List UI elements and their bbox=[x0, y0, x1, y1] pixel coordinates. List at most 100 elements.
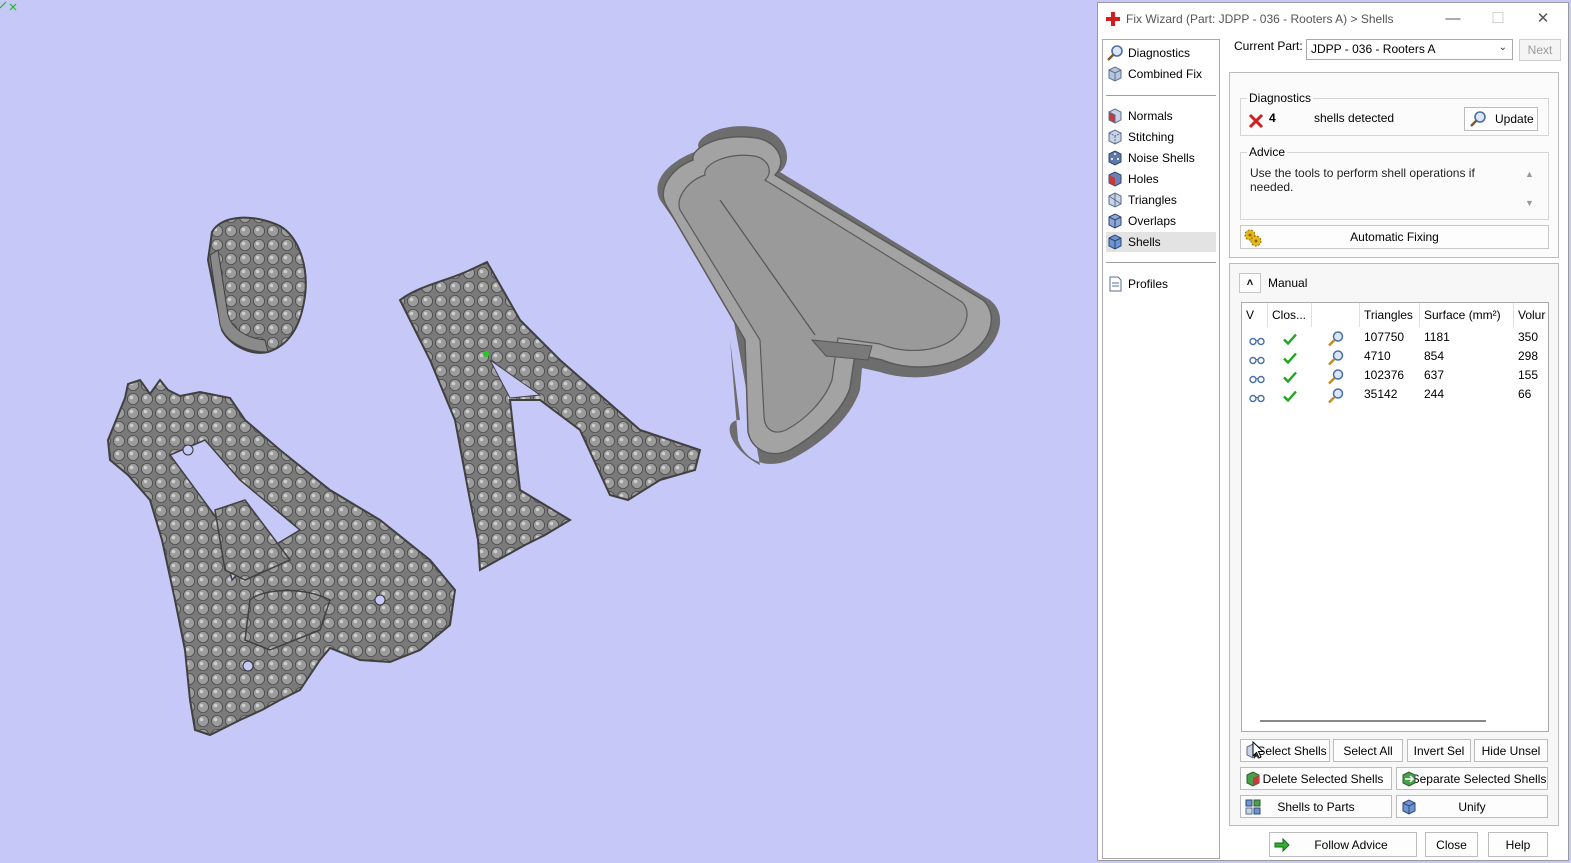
volume-cell: 66 bbox=[1518, 387, 1532, 401]
magnifier-icon bbox=[1470, 111, 1486, 127]
delete-selected-shells-button[interactable]: Delete Selected Shells bbox=[1240, 767, 1392, 790]
column-header-volume[interactable]: Volur bbox=[1514, 303, 1548, 327]
nav-divider bbox=[1106, 95, 1216, 96]
close-icon: ✕ bbox=[1536, 10, 1550, 27]
maximize-button[interactable]: ☐ bbox=[1478, 7, 1518, 31]
delete-shells-icon bbox=[1246, 771, 1260, 787]
delete-selected-shells-label: Delete Selected Shells bbox=[1262, 771, 1384, 786]
horizontal-scrollbar[interactable] bbox=[1260, 720, 1486, 722]
table-row[interactable]: 4710 854 298 bbox=[1242, 347, 1548, 367]
title-bar[interactable]: Fix Wizard (Part: JDPP - 036 - Rooters A… bbox=[1098, 3, 1568, 35]
separate-shells-icon bbox=[1402, 771, 1416, 787]
unify-label: Unify bbox=[1458, 799, 1486, 814]
volume-cell: 155 bbox=[1518, 368, 1539, 382]
nav-label: Stitching bbox=[1128, 130, 1175, 144]
minimize-icon: — bbox=[1445, 10, 1461, 27]
chevron-up-icon: ˄ bbox=[1246, 277, 1254, 289]
zoom-magnifier-icon[interactable] bbox=[1327, 386, 1345, 405]
triangles-cell: 102376 bbox=[1364, 368, 1405, 382]
collapse-button[interactable]: ˄ bbox=[1239, 273, 1261, 293]
follow-advice-label: Follow Advice bbox=[1314, 837, 1388, 852]
current-part-label: Current Part: bbox=[1234, 39, 1303, 53]
invert-selection-button[interactable]: Invert Sel bbox=[1407, 739, 1471, 762]
red-cross-icon bbox=[1106, 12, 1120, 26]
column-header-visible[interactable]: V bbox=[1242, 303, 1268, 327]
diagnostics-text: shells detected bbox=[1314, 111, 1395, 125]
triangles-cell: 107750 bbox=[1364, 330, 1405, 344]
mouse-cursor-icon bbox=[1252, 741, 1264, 759]
gem-bail-model[interactable] bbox=[206, 216, 307, 354]
current-part-select[interactable]: JDPP - 036 - Rooters A ⌄ bbox=[1306, 39, 1513, 60]
advice-group-label: Advice bbox=[1247, 145, 1288, 159]
shells-to-parts-label: Shells to Parts bbox=[1277, 799, 1355, 814]
3d-viewport[interactable] bbox=[0, 0, 1097, 863]
arrow-right-icon bbox=[1274, 837, 1290, 853]
error-x-icon bbox=[1248, 113, 1264, 129]
nav-label: Shells bbox=[1128, 235, 1161, 249]
surface-cell: 854 bbox=[1424, 349, 1445, 363]
update-button[interactable]: Update bbox=[1464, 107, 1538, 131]
nav-item-holes[interactable]: Holes bbox=[1106, 169, 1216, 189]
nav-item-diagnostics[interactable]: Diagnostics bbox=[1106, 43, 1216, 63]
select-all-button[interactable]: Select All bbox=[1333, 739, 1403, 762]
column-header-triangles[interactable]: Triangles bbox=[1360, 303, 1420, 327]
shells-to-parts-button[interactable]: Shells to Parts bbox=[1240, 795, 1392, 818]
nav-item-triangles[interactable]: Triangles bbox=[1106, 190, 1216, 210]
triangles-cell: 4710 bbox=[1364, 349, 1391, 363]
close-window-button[interactable]: ✕ bbox=[1523, 7, 1563, 31]
help-button[interactable]: Help bbox=[1488, 832, 1548, 857]
visibility-glasses-icon[interactable] bbox=[1248, 388, 1266, 407]
model-render bbox=[106, 126, 1001, 737]
volume-cell: 350 bbox=[1518, 330, 1539, 344]
noise-dice-icon bbox=[1108, 150, 1122, 166]
manual-panel: ˄ Manual V Clos... Triangles Surface (mm… bbox=[1229, 263, 1559, 826]
diagnostics-group-label: Diagnostics bbox=[1247, 91, 1314, 105]
nav-item-stitching[interactable]: Stitching bbox=[1106, 127, 1216, 147]
automatic-fixing-button[interactable]: Automatic Fixing bbox=[1240, 225, 1549, 249]
column-header-closed[interactable]: Clos... bbox=[1268, 303, 1312, 327]
next-button[interactable]: Next bbox=[1519, 39, 1561, 61]
shells-to-parts-icon bbox=[1245, 799, 1261, 815]
shells-table[interactable]: V Clos... Triangles Surface (mm²) Volur … bbox=[1241, 302, 1549, 732]
stitching-cube-icon bbox=[1108, 129, 1122, 145]
scroll-up-icon[interactable]: ▲ bbox=[1525, 169, 1534, 179]
triangles-cell: 35142 bbox=[1364, 387, 1398, 401]
column-header-zoom[interactable] bbox=[1312, 303, 1360, 327]
table-row[interactable]: 102376 637 155 bbox=[1242, 366, 1548, 386]
fix-wizard-window: Fix Wizard (Part: JDPP - 036 - Rooters A… bbox=[1097, 2, 1569, 861]
zoom-magnifier-icon[interactable] bbox=[1327, 348, 1345, 367]
nav-item-normals[interactable]: Normals bbox=[1106, 106, 1216, 126]
close-button[interactable]: Close bbox=[1425, 832, 1478, 857]
nav-label: Combined Fix bbox=[1128, 67, 1203, 81]
nav-item-shells[interactable]: Shells bbox=[1106, 232, 1216, 252]
follow-advice-button[interactable]: Follow Advice bbox=[1269, 832, 1417, 857]
surface-cell: 244 bbox=[1424, 387, 1445, 401]
nav-label: Overlaps bbox=[1128, 214, 1177, 228]
unify-cube-icon bbox=[1402, 799, 1416, 815]
check-icon bbox=[1283, 390, 1297, 403]
table-row[interactable]: 107750 1181 350 bbox=[1242, 328, 1548, 348]
zoom-magnifier-icon[interactable] bbox=[1327, 329, 1345, 348]
plain-letter-a-model[interactable] bbox=[657, 126, 1001, 465]
zoom-magnifier-icon[interactable] bbox=[1327, 367, 1345, 386]
gem-pendant-a-model[interactable] bbox=[106, 378, 457, 737]
surface-cell: 637 bbox=[1424, 368, 1445, 382]
column-header-surface[interactable]: Surface (mm²) bbox=[1420, 303, 1514, 327]
nav-item-overlaps[interactable]: Overlaps bbox=[1106, 211, 1216, 231]
unify-button[interactable]: Unify bbox=[1396, 795, 1548, 818]
nav-item-profiles[interactable]: Profiles bbox=[1106, 274, 1216, 294]
gem-letter-a-model[interactable] bbox=[398, 260, 702, 572]
shells-cube-icon bbox=[1108, 234, 1122, 250]
maximize-icon: ☐ bbox=[1491, 10, 1505, 27]
minimize-button[interactable]: — bbox=[1433, 7, 1473, 31]
table-row[interactable]: 35142 244 66 bbox=[1242, 385, 1548, 407]
nav-item-combined-fix[interactable]: Combined Fix bbox=[1106, 64, 1216, 84]
nav-item-noise-shells[interactable]: Noise Shells bbox=[1106, 148, 1216, 168]
separate-selected-shells-button[interactable]: Separate Selected Shells bbox=[1396, 767, 1548, 790]
overlaps-cube-icon bbox=[1108, 213, 1122, 229]
select-shells-label: Select Shells bbox=[1257, 743, 1327, 758]
scroll-down-icon[interactable]: ▼ bbox=[1525, 198, 1534, 208]
hide-unselected-button[interactable]: Hide Unsel bbox=[1474, 739, 1548, 762]
separate-selected-shells-label: Separate Selected Shells bbox=[1411, 771, 1547, 786]
triangles-cube-icon bbox=[1108, 192, 1122, 208]
